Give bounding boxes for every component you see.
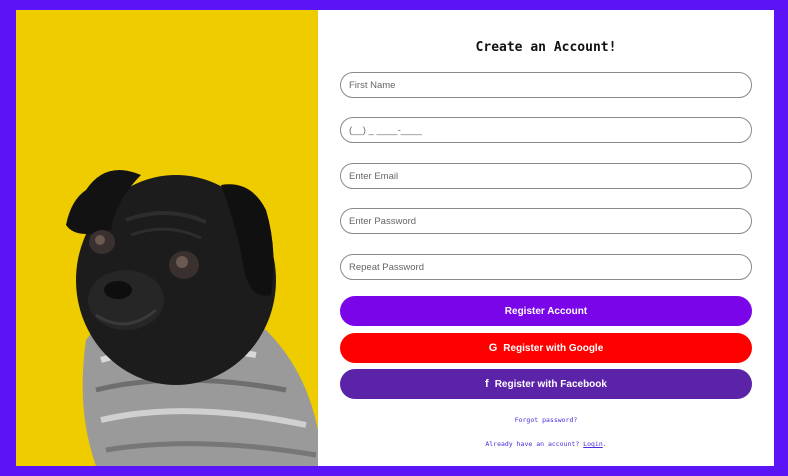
register-card: Create an Account! Register Account G Re… (16, 10, 774, 466)
first-name-input[interactable] (340, 72, 752, 98)
repeat-password-input[interactable] (340, 254, 752, 280)
register-form: Create an Account! Register Account G Re… (318, 10, 774, 466)
register-google-button[interactable]: G Register with Google (340, 333, 752, 363)
register-account-label: Register Account (504, 305, 588, 317)
phone-input[interactable] (340, 117, 752, 143)
register-facebook-label: Register with Facebook (494, 378, 607, 390)
email-input[interactable] (340, 163, 752, 189)
google-icon: G (488, 341, 498, 354)
already-have-account-text: Already have an account? (485, 440, 580, 448)
login-link[interactable]: Login (583, 440, 603, 448)
register-facebook-button[interactable]: f Register with Facebook (340, 369, 752, 399)
forgot-password-link[interactable]: Forgot password? (515, 416, 578, 424)
page-title: Create an Account! (475, 40, 617, 55)
window-frame (0, 0, 788, 8)
register-google-label: Register with Google (503, 342, 604, 354)
password-input[interactable] (340, 208, 752, 234)
facebook-icon: f (485, 377, 489, 390)
pug-image (16, 10, 318, 466)
register-account-button[interactable]: Register Account (340, 296, 752, 326)
pug-photo (16, 10, 318, 466)
login-prompt-row: Already have an account? Login. (318, 440, 774, 448)
forgot-password-row: Forgot password? (318, 416, 774, 424)
login-prompt-suffix: . (602, 440, 607, 448)
